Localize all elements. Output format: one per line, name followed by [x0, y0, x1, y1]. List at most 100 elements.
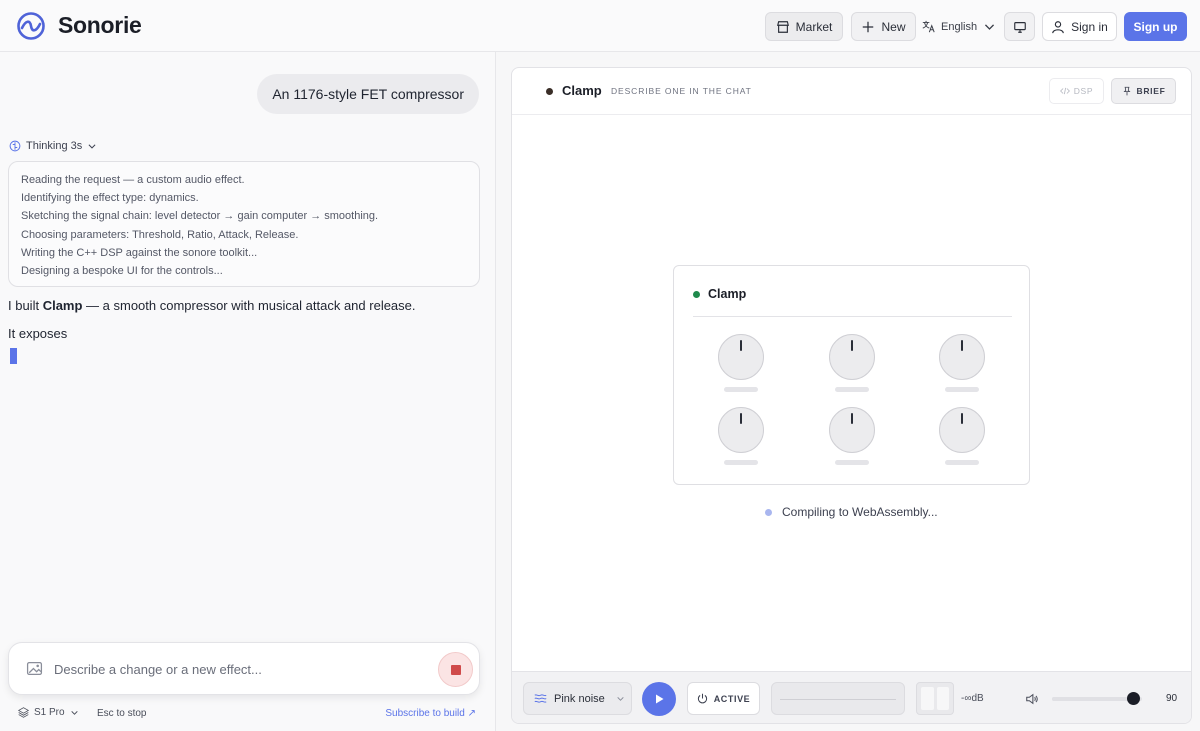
display-button[interactable] [1004, 12, 1035, 41]
plugin-subtitle: Describe one in the chat [611, 86, 752, 96]
thinking-step: Sketching the signal chain: level detect… [21, 210, 379, 223]
thinking-label: Thinking 3s [26, 140, 83, 152]
divider [693, 316, 1012, 317]
knob-placeholder[interactable] [939, 334, 985, 380]
composer-footer: S1 Pro Esc to stop Subscribe to build ↗ [0, 706, 496, 722]
thinking-step: Reading the request — a custom audio eff… [21, 174, 245, 186]
assistant-reply-line: It exposes [8, 326, 68, 341]
knob-label-placeholder [835, 387, 869, 392]
stop-button[interactable] [438, 652, 473, 687]
sign-in-label: Sign in [1071, 19, 1108, 34]
chat-input[interactable] [54, 657, 394, 681]
knob-placeholder[interactable] [829, 334, 875, 380]
compile-status-dot [765, 508, 772, 516]
chevron-down-icon [617, 697, 624, 701]
esc-hint: Esc to stop [97, 708, 147, 719]
chevron-down-icon [70, 711, 78, 715]
knob-label-placeholder [724, 460, 758, 465]
user-message: An 1176-style FET compressor [257, 74, 479, 114]
layers-icon [18, 707, 29, 718]
new-label: New [881, 19, 906, 34]
top-bar: Sonorie Market New English Sign in Sign … [0, 0, 1200, 52]
pin-icon [1123, 86, 1130, 96]
reply-suffix: — a smooth compressor with musical attac… [82, 298, 416, 313]
meter-left [921, 687, 934, 710]
waves-icon [534, 694, 547, 703]
knob-label-placeholder [724, 387, 758, 392]
subscribe-link[interactable]: Subscribe to build ↗ [385, 708, 476, 719]
level-meter [916, 682, 954, 715]
monitor-icon [1013, 21, 1026, 33]
compile-status-text: Compiling to WebAssembly... [782, 505, 938, 519]
sonorie-logo-icon[interactable] [16, 11, 46, 41]
dsp-label: DSP [1073, 86, 1094, 96]
sign-in-button[interactable]: Sign in [1042, 12, 1117, 41]
market-label: Market [795, 19, 833, 34]
plugin-status-dot [546, 88, 553, 95]
assistant-reply: I built Clamp — a smooth compressor with… [8, 298, 416, 313]
language-label: English [941, 20, 978, 33]
thinking-toggle[interactable]: Thinking 3s [9, 140, 97, 152]
db-readout: -∞dB [961, 693, 984, 704]
reply-plugin-name: Clamp [42, 298, 83, 313]
translate-icon [922, 20, 935, 33]
bypass-toggle[interactable]: ACTIVE [687, 682, 760, 715]
model-select[interactable]: S1 Pro [18, 707, 79, 718]
volume-slider[interactable] [1052, 692, 1142, 705]
reply-prefix: I built [8, 298, 43, 313]
knob-label-placeholder [835, 460, 869, 465]
stop-icon [450, 664, 461, 675]
volume-thumb[interactable] [1126, 692, 1140, 705]
sign-up-button[interactable]: Sign up [1124, 12, 1187, 41]
code-icon [1059, 87, 1070, 95]
play-icon [656, 694, 664, 704]
chevron-down-icon [985, 24, 995, 30]
store-icon [776, 20, 789, 33]
knob-placeholder[interactable] [829, 407, 875, 453]
transport-bar: Pink noise ACTIVE -∞dB 90 [512, 671, 1191, 723]
knob-placeholder[interactable] [939, 407, 985, 453]
thinking-step: Identifying the effect type: dynamics. [21, 192, 199, 205]
play-button[interactable] [642, 682, 676, 716]
volume-icon[interactable] [1025, 692, 1039, 706]
plus-icon [863, 21, 874, 32]
language-select[interactable]: English [922, 12, 998, 41]
waveform-display [771, 682, 905, 715]
brand-name[interactable]: Sonorie [58, 12, 142, 39]
active-label: ACTIVE [713, 693, 751, 704]
knob-label-placeholder [945, 387, 979, 392]
preview-panel: Clamp Describe one in the chat DSP BRIEF… [511, 67, 1192, 724]
waveform-line [780, 699, 896, 700]
model-label: S1 Pro [34, 707, 65, 718]
source-label: Pink noise [554, 692, 605, 705]
thinking-step: Designing a bespoke UI for the controls.… [21, 265, 223, 278]
chat-composer [8, 642, 480, 695]
user-icon [1052, 20, 1064, 33]
sign-up-label: Sign up [1133, 19, 1178, 34]
power-icon [697, 693, 707, 704]
brain-icon [9, 140, 21, 152]
volume-value: 90 [1166, 693, 1178, 704]
plugin-ui-card: Clamp [673, 265, 1030, 485]
thinking-step: Choosing parameters: Threshold, Ratio, A… [21, 228, 299, 241]
knob-placeholder[interactable] [718, 407, 764, 453]
chat-panel: An 1176-style FET compressor Thinking 3s… [0, 52, 496, 731]
thinking-steps: Reading the request — a custom audio eff… [8, 161, 480, 287]
plugin-card-title: Clamp [708, 287, 747, 301]
attach-image-icon[interactable] [26, 660, 43, 677]
chevron-down-icon [88, 144, 96, 149]
dsp-button[interactable]: DSP [1049, 78, 1104, 104]
brief-label: BRIEF [1136, 86, 1166, 96]
knob-placeholder[interactable] [718, 334, 764, 380]
brief-button[interactable]: BRIEF [1111, 78, 1176, 104]
knob-label-placeholder [945, 460, 979, 465]
new-button[interactable]: New [851, 12, 916, 41]
plugin-active-dot [693, 291, 700, 298]
plugin-name: Clamp [562, 83, 602, 98]
thinking-step: Writing the C++ DSP against the sonore t… [21, 246, 258, 259]
source-select[interactable]: Pink noise [523, 682, 632, 715]
meter-right [936, 687, 949, 710]
preview-header: Clamp Describe one in the chat DSP BRIEF [512, 68, 1191, 115]
streaming-cursor [10, 348, 17, 364]
market-button[interactable]: Market [765, 12, 843, 41]
